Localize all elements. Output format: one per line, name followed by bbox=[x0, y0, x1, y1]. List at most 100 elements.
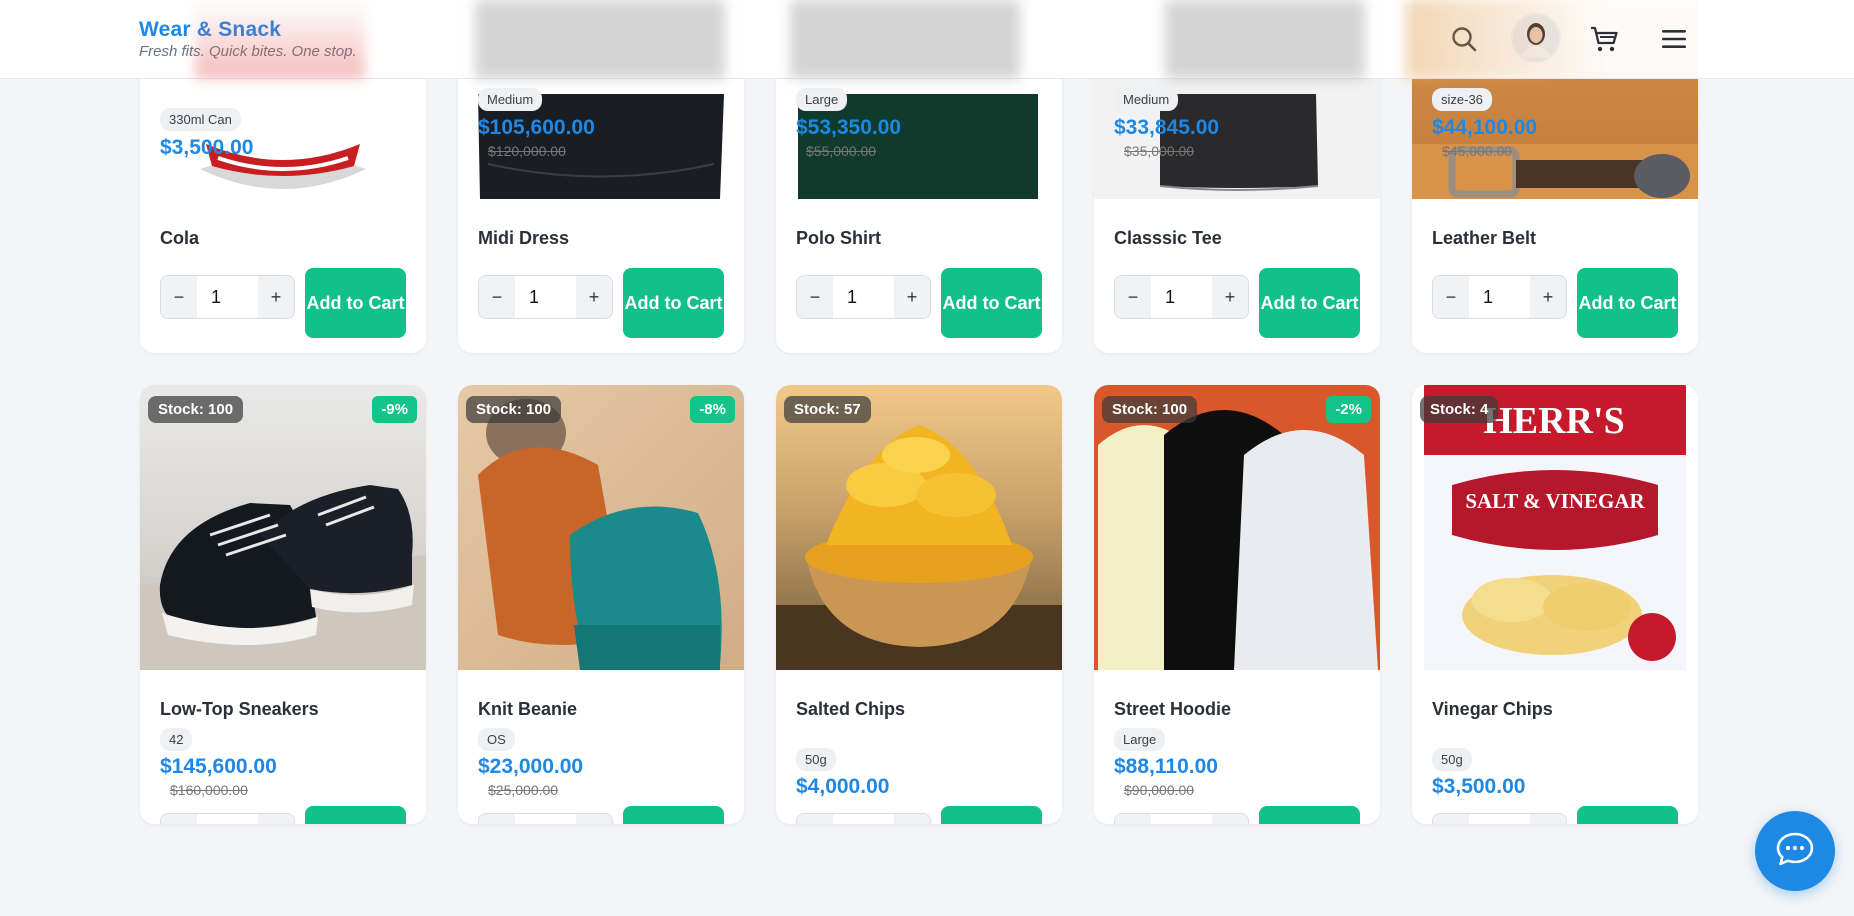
quantity-input[interactable] bbox=[833, 815, 893, 824]
add-to-cart-button[interactable]: Add to Cart bbox=[623, 268, 724, 338]
quantity-stepper: − + bbox=[1114, 813, 1249, 824]
product-card: Stock: 100 -9% Low-Top Sneakers 42 $145,… bbox=[140, 385, 426, 824]
product-name[interactable]: Vinegar Chips bbox=[1432, 699, 1553, 720]
search-icon[interactable] bbox=[1443, 18, 1485, 60]
variant-tag: Medium bbox=[1114, 88, 1179, 111]
decrease-button[interactable]: − bbox=[161, 276, 197, 318]
decrease-button[interactable]: − bbox=[1115, 276, 1151, 318]
decrease-button[interactable]: − bbox=[797, 276, 833, 318]
discount-badge: -2% bbox=[1326, 396, 1371, 423]
quantity-input[interactable] bbox=[1469, 277, 1529, 317]
product-name[interactable]: Street Hoodie bbox=[1114, 699, 1231, 720]
add-to-cart-button[interactable]: Add to Cart bbox=[1577, 806, 1678, 824]
stock-badge: Stock: 100 bbox=[466, 396, 562, 423]
quantity-input[interactable] bbox=[515, 815, 575, 824]
original-price: $25,000.00 bbox=[488, 782, 559, 798]
product-image[interactable]: Stock: 100 -9% bbox=[140, 385, 426, 670]
product-name[interactable]: Knit Beanie bbox=[478, 699, 577, 720]
decrease-button[interactable]: − bbox=[479, 814, 515, 824]
quantity-input[interactable] bbox=[1469, 815, 1529, 824]
product-name[interactable]: Leather Belt bbox=[1432, 228, 1536, 249]
product-image[interactable]: Stock: 57 bbox=[776, 385, 1062, 670]
cart-icon[interactable] bbox=[1583, 18, 1625, 60]
product-image[interactable]: Stock: 100 -2% bbox=[1094, 385, 1380, 670]
decrease-button[interactable]: − bbox=[1433, 814, 1469, 824]
increase-button[interactable]: + bbox=[894, 276, 930, 318]
product-image[interactable]: HERR'S SALT & VINEGAR Stock: 4 bbox=[1412, 385, 1698, 670]
add-to-cart-button[interactable]: Add to Cart bbox=[305, 806, 406, 824]
variant-tag: 330ml Can bbox=[160, 108, 241, 131]
decrease-button[interactable]: − bbox=[797, 814, 833, 824]
quantity-input[interactable] bbox=[197, 277, 257, 317]
add-to-cart-button[interactable]: Add to Cart bbox=[941, 268, 1042, 338]
quantity-input[interactable] bbox=[833, 277, 893, 317]
quantity-stepper: − + bbox=[478, 275, 613, 319]
product-grid: Cola 330ml Can $3,500.00 − + Add to Cart… bbox=[140, 0, 1698, 824]
quantity-input[interactable] bbox=[1151, 815, 1211, 824]
product-name[interactable]: Cola bbox=[160, 228, 199, 249]
product-name[interactable]: Classsic Tee bbox=[1114, 228, 1222, 249]
menu-icon[interactable] bbox=[1653, 18, 1695, 60]
product-price: $105,600.00 bbox=[478, 116, 595, 139]
increase-button[interactable]: + bbox=[258, 276, 294, 318]
quantity-stepper: − + bbox=[478, 813, 613, 824]
quantity-stepper: − + bbox=[160, 275, 295, 319]
decrease-button[interactable]: − bbox=[161, 814, 197, 824]
discount-badge: -9% bbox=[372, 396, 417, 423]
increase-button[interactable]: + bbox=[1212, 276, 1248, 318]
quantity-input[interactable] bbox=[1151, 277, 1211, 317]
increase-button[interactable]: + bbox=[1530, 814, 1566, 824]
quantity-input[interactable] bbox=[197, 815, 257, 824]
brand-tagline: Fresh fits. Quick bites. One stop. bbox=[139, 43, 357, 60]
variant-tag: Medium bbox=[478, 88, 543, 111]
decrease-button[interactable]: − bbox=[1433, 276, 1469, 318]
variant-tag: 42 bbox=[160, 728, 193, 751]
discount-badge: -8% bbox=[690, 396, 735, 423]
add-to-cart-button[interactable]: Add to Cart bbox=[305, 268, 406, 338]
product-name[interactable]: Low-Top Sneakers bbox=[160, 699, 319, 720]
add-to-cart-button[interactable]: Add to Cart bbox=[1259, 268, 1360, 338]
product-card: Stock: 100 -2% Street Hoodie Large $88,1… bbox=[1094, 385, 1380, 824]
variant-tag: 50g bbox=[796, 748, 836, 771]
variant-tag: 50g bbox=[1432, 748, 1472, 771]
add-to-cart-button[interactable]: Add to Cart bbox=[1259, 806, 1360, 824]
site-header: Wear & Snack Fresh fits. Quick bites. On… bbox=[0, 0, 1854, 79]
product-price: $3,500.00 bbox=[160, 136, 254, 159]
product-image[interactable]: Stock: 100 -8% bbox=[458, 385, 744, 670]
increase-button[interactable]: + bbox=[576, 814, 612, 824]
chat-button[interactable] bbox=[1755, 811, 1835, 891]
increase-button[interactable]: + bbox=[894, 814, 930, 824]
increase-button[interactable]: + bbox=[576, 276, 612, 318]
original-price: $160,000.00 bbox=[170, 782, 248, 798]
increase-button[interactable]: + bbox=[1212, 814, 1248, 824]
add-to-cart-button[interactable]: Add to Cart bbox=[623, 806, 724, 824]
quantity-stepper: − + bbox=[796, 275, 931, 319]
quantity-stepper: − + bbox=[160, 813, 295, 824]
decrease-button[interactable]: − bbox=[1115, 814, 1151, 824]
quantity-stepper: − + bbox=[796, 813, 931, 824]
product-price: $88,110.00 bbox=[1114, 755, 1218, 778]
decrease-button[interactable]: − bbox=[479, 276, 515, 318]
add-to-cart-button[interactable]: Add to Cart bbox=[1577, 268, 1678, 338]
stock-badge: Stock: 100 bbox=[1102, 396, 1198, 423]
product-price: $53,350.00 bbox=[796, 116, 902, 139]
stock-badge: Stock: 4 bbox=[1420, 396, 1499, 423]
quantity-input[interactable] bbox=[515, 277, 575, 317]
increase-button[interactable]: + bbox=[258, 814, 294, 824]
original-price: $35,000.00 bbox=[1124, 143, 1195, 159]
variant-tag: Large bbox=[796, 88, 848, 111]
quantity-stepper: − + bbox=[1432, 813, 1567, 824]
chat-bubble-icon bbox=[1775, 830, 1815, 873]
variant-tag: Large bbox=[1114, 728, 1166, 751]
brand-title[interactable]: Wear & Snack bbox=[139, 18, 357, 42]
product-price: $3,500.00 bbox=[1432, 775, 1526, 798]
product-name[interactable]: Polo Shirt bbox=[796, 228, 881, 249]
brand[interactable]: Wear & Snack Fresh fits. Quick bites. On… bbox=[139, 18, 357, 60]
variant-tag: size-36 bbox=[1432, 88, 1492, 111]
product-name[interactable]: Salted Chips bbox=[796, 699, 905, 720]
product-name[interactable]: Midi Dress bbox=[478, 228, 569, 249]
original-price: $55,000.00 bbox=[806, 143, 877, 159]
user-avatar[interactable] bbox=[1511, 13, 1561, 63]
increase-button[interactable]: + bbox=[1530, 276, 1566, 318]
add-to-cart-button[interactable]: Add to Cart bbox=[941, 806, 1042, 824]
